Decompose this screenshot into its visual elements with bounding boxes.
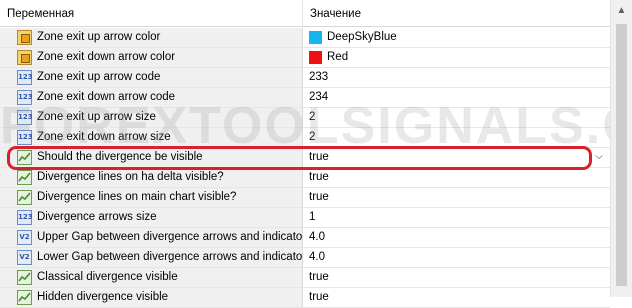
- param-name: Zone exit down arrow code: [37, 91, 176, 103]
- param-row-divergence-main-chart[interactable]: Divergence lines on main chart visible? …: [0, 188, 611, 208]
- param-name: Should the divergence be visible: [37, 151, 203, 163]
- param-row-divergence-ha-delta[interactable]: Divergence lines on ha delta visible? tr…: [0, 168, 611, 188]
- param-name: Classical divergence visible: [37, 271, 178, 283]
- param-name: Hidden divergence visible: [37, 291, 169, 303]
- param-name: Zone exit up arrow color: [37, 31, 161, 43]
- scroll-up-icon[interactable]: ▲: [611, 0, 632, 22]
- param-name: Zone exit down arrow color: [37, 51, 176, 63]
- param-row-classical-divergence[interactable]: Classical divergence visible true: [0, 268, 611, 288]
- param-value: DeepSkyBlue: [327, 31, 397, 43]
- param-value-cell[interactable]: true: [302, 288, 611, 307]
- param-value-cell[interactable]: 2: [302, 108, 611, 127]
- param-value-cell[interactable]: DeepSkyBlue: [302, 28, 611, 47]
- param-value: true: [309, 271, 329, 283]
- param-name: Divergence lines on ha delta visible?: [37, 171, 224, 183]
- param-name: Zone exit up arrow code: [37, 71, 161, 83]
- integer-icon: 123: [17, 70, 33, 85]
- param-value: true: [309, 291, 329, 303]
- integer-icon: 123: [17, 130, 33, 145]
- param-value: 233: [309, 71, 329, 83]
- param-value: 2: [309, 131, 316, 143]
- param-row-upper-gap[interactable]: V2 Upper Gap between divergence arrows an…: [0, 228, 611, 248]
- param-name: Zone exit down arrow size: [37, 131, 171, 143]
- inputs-property-grid: Переменная Значение Zone exit up arrow c…: [0, 0, 611, 308]
- param-value: true: [309, 171, 329, 183]
- param-value: 4.0: [309, 251, 325, 263]
- double-icon: V2: [17, 250, 32, 265]
- param-row-zone-exit-down-arrow-size[interactable]: 123 Zone exit down arrow size 2: [0, 128, 611, 148]
- param-value-cell[interactable]: true: [302, 268, 611, 287]
- param-value-cell[interactable]: Red: [302, 48, 611, 67]
- param-name: Lower Gap between divergence arrows and …: [37, 251, 316, 263]
- param-value: true: [309, 151, 329, 163]
- param-value-dropdown[interactable]: true ⌵: [302, 148, 611, 167]
- param-row-zone-exit-up-arrow-code[interactable]: 123 Zone exit up arrow code 233: [0, 68, 611, 88]
- bool-icon: [17, 170, 32, 185]
- param-row-lower-gap[interactable]: V2 Lower Gap between divergence arrows an…: [0, 248, 611, 268]
- param-value: Red: [327, 51, 349, 63]
- param-value: true: [309, 191, 329, 203]
- bool-icon: [17, 190, 32, 205]
- color-swatch: [309, 51, 322, 64]
- param-name: Divergence lines on main chart visible?: [37, 191, 237, 203]
- param-value: 234: [309, 91, 329, 103]
- param-name: Divergence arrows size: [37, 211, 157, 223]
- chevron-down-icon[interactable]: ⌵: [591, 149, 607, 165]
- param-value-cell[interactable]: 2: [302, 128, 611, 147]
- param-row-zone-exit-up-arrow-color[interactable]: Zone exit up arrow color DeepSkyBlue: [0, 28, 611, 48]
- param-value-cell[interactable]: 4.0: [302, 228, 611, 247]
- scrollbar-thumb[interactable]: [616, 24, 627, 286]
- color-icon: [17, 30, 32, 45]
- param-value: 1: [309, 211, 316, 223]
- param-value-cell[interactable]: 234: [302, 88, 611, 107]
- param-name: Zone exit up arrow size: [37, 111, 156, 123]
- param-row-zone-exit-down-arrow-code[interactable]: 123 Zone exit down arrow code 234: [0, 88, 611, 108]
- vertical-scrollbar[interactable]: ▲: [610, 0, 632, 297]
- param-row-divergence-arrows-size[interactable]: 123 Divergence arrows size 1: [0, 208, 611, 228]
- param-row-divergence-visible[interactable]: Should the divergence be visible true ⌵: [0, 148, 611, 168]
- bool-icon: [17, 270, 32, 285]
- bool-icon: [17, 150, 32, 165]
- integer-icon: 123: [17, 110, 33, 125]
- param-value-cell[interactable]: 233: [302, 68, 611, 87]
- grid-rows: Zone exit up arrow color DeepSkyBlue Zon…: [0, 28, 611, 308]
- column-header-value[interactable]: Значение: [302, 0, 610, 26]
- grid-header: Переменная Значение: [0, 0, 610, 27]
- bool-icon: [17, 290, 32, 305]
- param-row-zone-exit-down-arrow-color[interactable]: Zone exit down arrow color Red: [0, 48, 611, 68]
- double-icon: V2: [17, 230, 32, 245]
- param-value-cell[interactable]: true: [302, 188, 611, 207]
- param-value: 4.0: [309, 231, 325, 243]
- param-value: 2: [309, 111, 316, 123]
- param-name: Upper Gap between divergence arrows and …: [37, 231, 316, 243]
- integer-icon: 123: [17, 90, 33, 105]
- param-row-hidden-divergence[interactable]: Hidden divergence visible true: [0, 288, 611, 308]
- integer-icon: 123: [17, 210, 33, 225]
- column-header-variable[interactable]: Переменная: [0, 0, 302, 26]
- param-value-cell[interactable]: 1: [302, 208, 611, 227]
- color-swatch: [309, 31, 322, 44]
- param-row-zone-exit-up-arrow-size[interactable]: 123 Zone exit up arrow size 2: [0, 108, 611, 128]
- param-value-cell[interactable]: 4.0: [302, 248, 611, 267]
- color-icon: [17, 50, 32, 65]
- param-value-cell[interactable]: true: [302, 168, 611, 187]
